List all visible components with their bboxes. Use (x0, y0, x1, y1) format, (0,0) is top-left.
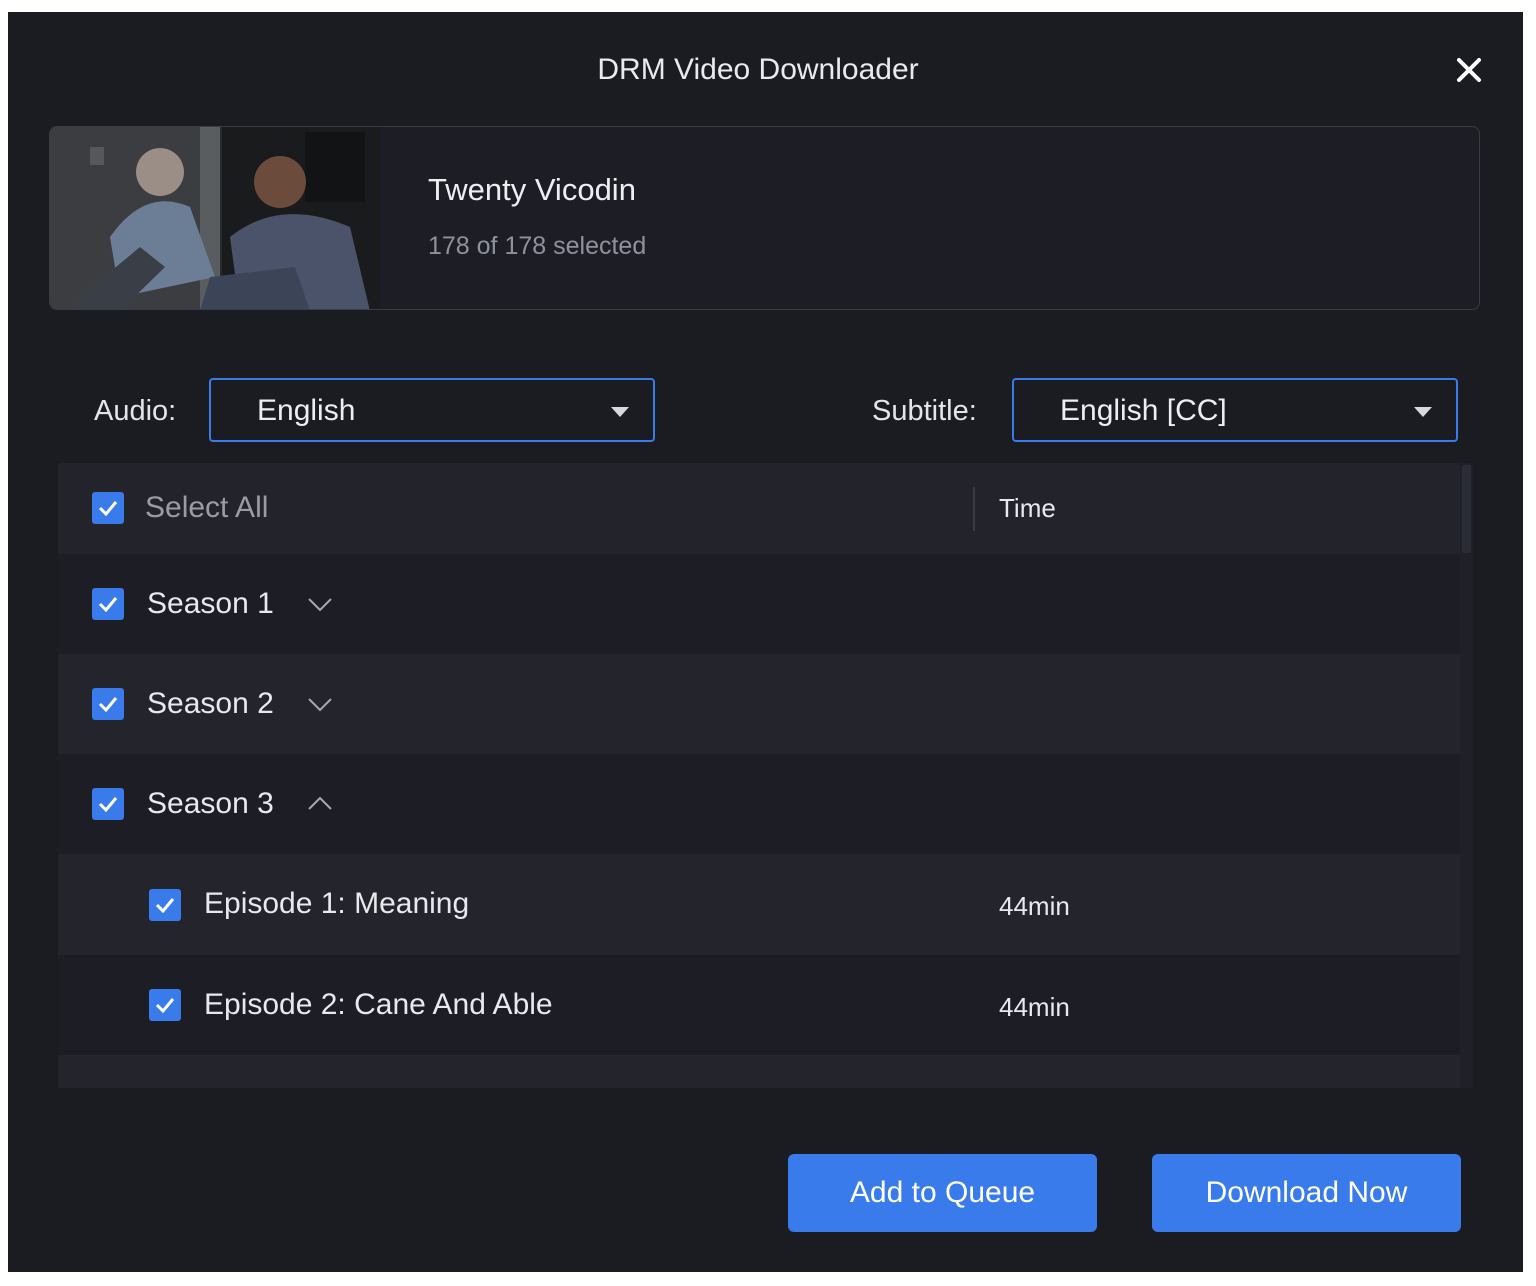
episode-row[interactable]: Episode 2: Cane And Able 44min (58, 955, 1460, 1055)
dialog-title: DRM Video Downloader (597, 53, 919, 86)
select-all-label: Select All (145, 491, 269, 524)
episode-1-checkbox[interactable] (149, 889, 181, 921)
subtitle-select[interactable]: English [CC] (1012, 378, 1458, 442)
episode-row-partial (58, 1055, 1460, 1088)
episode-1-time: 44min (999, 891, 1070, 921)
scrollbar-thumb[interactable] (1462, 465, 1471, 553)
chevron-down-icon[interactable] (308, 698, 332, 712)
caret-down-icon (611, 407, 629, 417)
check-icon (98, 501, 118, 516)
chevron-down-icon[interactable] (308, 598, 332, 612)
check-icon (155, 898, 175, 913)
season-1-label: Season 1 (147, 587, 274, 620)
episode-2-title: Episode 2: Cane And Able (204, 988, 553, 1021)
check-icon (98, 697, 118, 712)
check-icon (155, 998, 175, 1013)
column-divider (973, 487, 975, 531)
audio-select-value: English (257, 394, 356, 427)
downloader-dialog: DRM Video Downloader Twenty Vicodin 178 … (8, 12, 1523, 1272)
show-thumbnail (50, 127, 380, 309)
audio-label: Audio: (94, 395, 177, 427)
season-1-checkbox[interactable] (92, 588, 124, 620)
caret-down-icon (1414, 407, 1432, 417)
season-row[interactable]: Season 2 (58, 654, 1460, 754)
table-header: Select All Time (58, 463, 1460, 554)
close-icon[interactable] (1451, 52, 1487, 88)
check-icon (98, 597, 118, 612)
season-3-label: Season 3 (147, 787, 274, 820)
episode-2-time: 44min (999, 992, 1070, 1022)
check-icon (98, 797, 118, 812)
selection-count: 178 of 178 selected (428, 232, 647, 260)
table-scrollbar[interactable] (1460, 463, 1473, 1088)
episode-2-checkbox[interactable] (149, 989, 181, 1021)
season-2-label: Season 2 (147, 687, 274, 720)
episode-row[interactable]: Episode 1: Meaning 44min (58, 854, 1460, 955)
audio-select[interactable]: English (209, 378, 655, 442)
time-column-header: Time (999, 493, 1056, 523)
episode-table: Select All Time Season 1 Season 2 Season… (58, 463, 1473, 1088)
subtitle-select-value: English [CC] (1060, 394, 1227, 427)
show-title: Twenty Vicodin (428, 172, 636, 207)
chevron-up-icon[interactable] (308, 796, 332, 810)
season-row[interactable]: Season 3 (58, 754, 1460, 854)
season-2-checkbox[interactable] (92, 688, 124, 720)
episode-1-title: Episode 1: Meaning (204, 887, 470, 920)
select-all-checkbox[interactable] (92, 492, 124, 524)
subtitle-label: Subtitle: (872, 395, 977, 427)
download-now-button[interactable]: Download Now (1152, 1154, 1461, 1232)
add-to-queue-button[interactable]: Add to Queue (788, 1154, 1097, 1232)
show-info-card: Twenty Vicodin 178 of 178 selected (49, 126, 1480, 310)
season-3-checkbox[interactable] (92, 788, 124, 820)
season-row[interactable]: Season 1 (58, 554, 1460, 654)
